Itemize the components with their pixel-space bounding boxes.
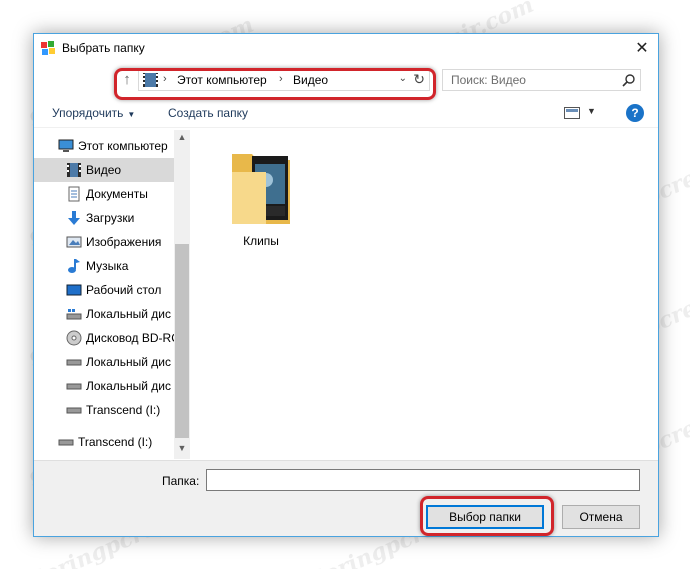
search-placeholder: Поиск: Видео bbox=[451, 73, 526, 87]
sidebar-item-label: Документы bbox=[86, 187, 148, 201]
drive-icon bbox=[66, 402, 82, 418]
cancel-button[interactable]: Отмена bbox=[562, 505, 640, 529]
sidebar-item-bd-drive[interactable]: Дисковод BD-RC bbox=[34, 326, 174, 350]
pictures-icon bbox=[66, 234, 82, 250]
sidebar-item-label: Изображения bbox=[86, 235, 162, 249]
folder-field-label: Папка: bbox=[162, 474, 200, 488]
sidebar-item-local-disk[interactable]: Локальный дис bbox=[34, 302, 174, 326]
search-icon bbox=[622, 73, 636, 87]
new-folder-button[interactable]: Создать папку bbox=[168, 106, 248, 120]
music-icon bbox=[66, 258, 82, 274]
sidebar-item-label: Видео bbox=[86, 163, 122, 177]
sidebar-item-this-pc[interactable]: Этот компьютер bbox=[34, 134, 174, 158]
drive-icon bbox=[58, 434, 74, 450]
select-folder-dialog: Выбрать папку ✕ ↑ › Этот компьютер › Вид… bbox=[33, 33, 659, 537]
address-highlight-frame bbox=[114, 68, 436, 100]
sidebar-item-local-disk-3[interactable]: Локальный дис bbox=[34, 374, 174, 398]
title-bar: Выбрать папку ✕ bbox=[34, 34, 658, 62]
folder-name-input[interactable] bbox=[206, 469, 640, 491]
sidebar-item-label: Музыка bbox=[86, 259, 129, 273]
sidebar-item-transcend[interactable]: Transcend (I:) bbox=[34, 398, 174, 422]
drive-icon bbox=[66, 378, 82, 394]
chevron-down-icon[interactable]: ▼ bbox=[587, 106, 596, 116]
sidebar-item-label: Рабочий стол bbox=[86, 283, 162, 297]
sidebar-item-video[interactable]: Видео bbox=[34, 158, 174, 182]
navigation-bar: ↑ › Этот компьютер › Видео ⌄ ↻ Поиск: Ви… bbox=[34, 64, 658, 100]
local-disk-icon bbox=[66, 306, 82, 322]
folder-icon bbox=[226, 154, 296, 235]
sidebar-item-label: Локальный дис bbox=[86, 379, 171, 393]
navigation-scrollbar[interactable]: ▲ ▼ bbox=[174, 130, 190, 459]
file-list: Клипы bbox=[190, 130, 658, 459]
dialog-footer: Папка: Выбор папки Отмена bbox=[34, 460, 658, 536]
sidebar-item-label: Transcend (I:) bbox=[86, 403, 161, 417]
video-folder-icon bbox=[66, 162, 82, 178]
folder-item-label: Клипы bbox=[243, 234, 279, 248]
drive-icon bbox=[66, 354, 82, 370]
sidebar-item-music[interactable]: Музыка bbox=[34, 254, 174, 278]
documents-icon bbox=[66, 186, 82, 202]
optical-drive-icon bbox=[66, 330, 82, 346]
organize-button[interactable]: Упорядочить ▼ bbox=[52, 106, 135, 120]
close-icon[interactable]: ✕ bbox=[632, 38, 652, 58]
desktop-icon bbox=[66, 282, 82, 298]
sidebar-item-label: Transcend (I:) bbox=[78, 435, 153, 449]
folder-item[interactable]: Клипы bbox=[226, 142, 296, 252]
sidebar-item-local-disk-2[interactable]: Локальный дис bbox=[34, 350, 174, 374]
search-input[interactable]: Поиск: Видео bbox=[442, 69, 641, 91]
scroll-up-icon[interactable]: ▲ bbox=[174, 132, 190, 146]
sidebar-item-label: Загрузки bbox=[86, 211, 135, 225]
sidebar-item-label: Локальный дис bbox=[86, 307, 171, 321]
scrollbar-thumb[interactable] bbox=[175, 244, 189, 438]
scroll-down-icon[interactable]: ▼ bbox=[174, 443, 190, 457]
view-options-icon[interactable] bbox=[564, 107, 580, 119]
downloads-icon bbox=[66, 210, 82, 226]
sidebar-item-documents[interactable]: Документы bbox=[34, 182, 174, 206]
command-toolbar: Упорядочить ▼ Создать папку ▼ ? bbox=[34, 98, 658, 128]
sidebar-item-downloads[interactable]: Загрузки bbox=[34, 206, 174, 230]
navigation-pane: Этот компьютер Видео Документы Загрузки … bbox=[34, 130, 189, 459]
window-title: Выбрать папку bbox=[62, 41, 145, 55]
chevron-down-icon: ▼ bbox=[127, 110, 136, 119]
sidebar-item-pictures[interactable]: Изображения bbox=[34, 230, 174, 254]
select-button-highlight-frame bbox=[420, 496, 554, 536]
sidebar-item-label: Этот компьютер bbox=[78, 139, 168, 153]
sidebar-item-label: Локальный дис bbox=[86, 355, 171, 369]
sidebar-item-desktop[interactable]: Рабочий стол bbox=[34, 278, 174, 302]
sidebar-item-label: Дисковод BD-RC bbox=[86, 331, 174, 345]
app-icon bbox=[40, 40, 56, 56]
organize-label: Упорядочить bbox=[52, 106, 124, 120]
sidebar-item-transcend-root[interactable]: Transcend (I:) bbox=[34, 430, 174, 454]
help-icon[interactable]: ? bbox=[626, 104, 644, 122]
computer-icon bbox=[58, 138, 74, 154]
